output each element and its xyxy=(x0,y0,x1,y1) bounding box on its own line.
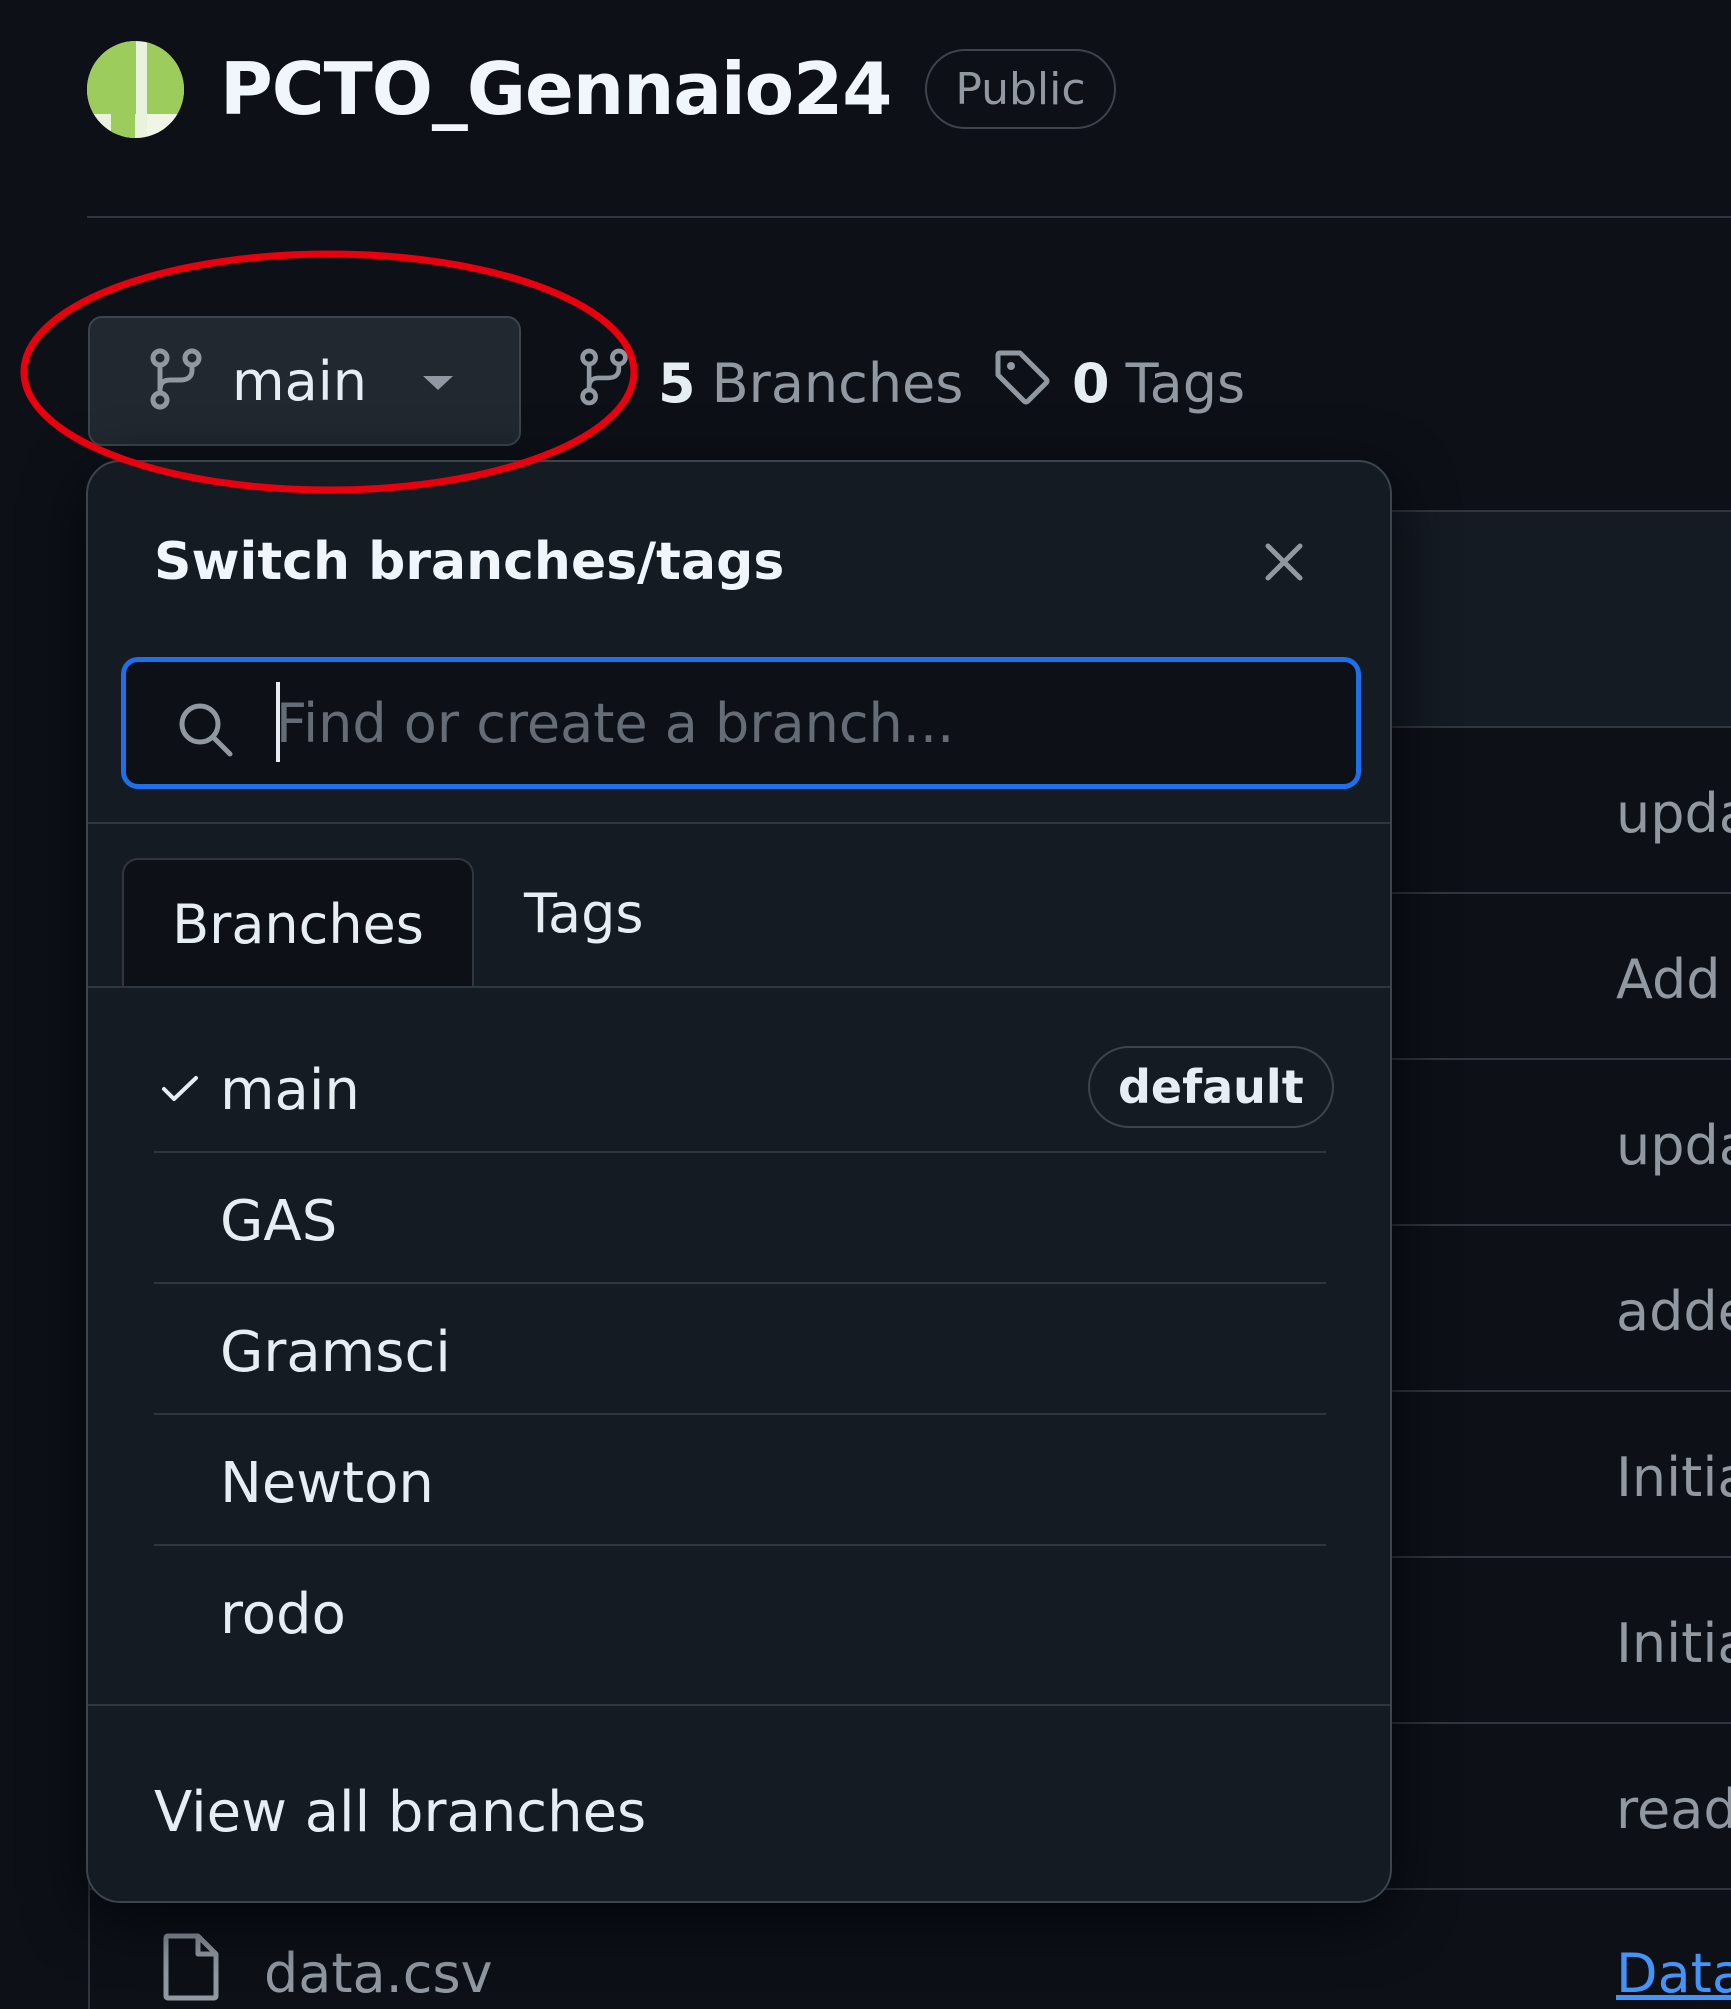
branch-item-label: main xyxy=(220,1058,360,1123)
commit-message[interactable]: adde xyxy=(1616,1280,1731,1343)
tag-count: 0 xyxy=(1072,351,1110,415)
close-icon[interactable] xyxy=(1262,540,1306,584)
branch-item-newton[interactable]: Newton xyxy=(154,1415,1326,1546)
branch-item-label: GAS xyxy=(220,1189,338,1254)
tags-label: Tags xyxy=(1125,351,1246,415)
branch-item-label: Newton xyxy=(220,1451,434,1516)
commit-message[interactable]: upda xyxy=(1616,1114,1731,1177)
branch-item-gas[interactable]: GAS xyxy=(154,1153,1326,1284)
default-badge: default xyxy=(1088,1046,1334,1128)
dropdown-title: Switch branches/tags xyxy=(154,532,785,592)
branch-list: main default GAS Gramsci Newton rodo xyxy=(88,988,1390,1688)
branch-count: 5 xyxy=(658,351,696,415)
tag-icon xyxy=(992,347,1052,420)
table-row[interactable]: data.csv Data xyxy=(90,1892,1731,2009)
branch-switcher-dropdown: Switch branches/tags Branches Tags xyxy=(86,460,1392,1903)
branch-search-input[interactable] xyxy=(276,680,1316,766)
file-name[interactable]: data.csv xyxy=(264,1942,493,2005)
branch-search-field[interactable] xyxy=(122,658,1360,788)
text-cursor xyxy=(276,682,280,762)
view-all-branches-link[interactable]: View all branches xyxy=(154,1780,646,1845)
repo-header: PCTO_Gennaio24 Public xyxy=(87,38,1116,140)
branch-item-rodo[interactable]: rodo xyxy=(154,1546,1326,1677)
divider xyxy=(88,822,1390,824)
repo-name[interactable]: PCTO_Gennaio24 xyxy=(220,47,892,131)
commit-message[interactable]: read xyxy=(1616,1778,1731,1841)
check-icon xyxy=(160,1074,200,1108)
page: PCTO_Gennaio24 Public upda Add upda adde… xyxy=(0,0,1731,2009)
owner-avatar[interactable] xyxy=(87,40,184,138)
commit-message[interactable]: upda xyxy=(1616,782,1731,845)
tags-link[interactable]: 0 Tags xyxy=(992,348,1245,418)
visibility-badge: Public xyxy=(925,49,1116,129)
commit-message[interactable]: Initia xyxy=(1616,1446,1731,1509)
tab-branches[interactable]: Branches xyxy=(122,858,474,988)
file-icon xyxy=(162,1932,220,2006)
branch-item-gramsci[interactable]: Gramsci xyxy=(154,1284,1326,1415)
divider xyxy=(88,1704,1390,1706)
branches-label: Branches xyxy=(711,351,964,415)
tab-tags[interactable]: Tags xyxy=(524,882,644,945)
commit-message[interactable]: Initia xyxy=(1616,1612,1731,1675)
commit-link[interactable]: Data xyxy=(1616,1942,1731,2005)
highlight-annotation xyxy=(20,250,638,494)
commit-message[interactable]: Add xyxy=(1616,948,1721,1011)
branch-item-main[interactable]: main default xyxy=(154,1022,1334,1153)
branch-item-label: Gramsci xyxy=(220,1320,451,1385)
search-icon xyxy=(176,700,236,764)
branch-item-label: rodo xyxy=(220,1582,346,1647)
header-divider xyxy=(87,216,1731,218)
